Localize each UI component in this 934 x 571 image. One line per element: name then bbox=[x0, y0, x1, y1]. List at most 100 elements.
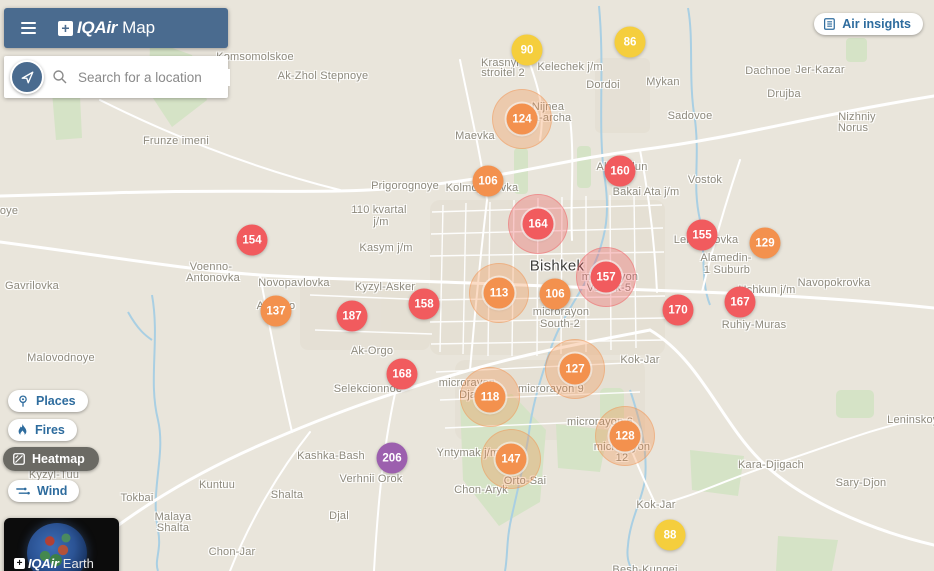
aqi-station-marker[interactable]: 158 bbox=[408, 288, 440, 320]
map-place-label: Sary-Djon bbox=[835, 477, 887, 489]
aqi-station-marker[interactable]: 88 bbox=[654, 519, 686, 551]
map-place-label: Prigorognoye bbox=[371, 180, 439, 192]
aqi-station-marker[interactable]: 129 bbox=[749, 227, 781, 259]
brand-name: IQAir bbox=[77, 18, 118, 37]
app-logo: IQAir Map bbox=[58, 18, 155, 38]
aqi-station-marker[interactable]: 154 bbox=[236, 224, 268, 256]
map-place-label: Navopokrovka bbox=[797, 277, 871, 289]
air-insights-button[interactable]: Air insights bbox=[814, 13, 923, 35]
map-place-label: Kara-Djigach bbox=[738, 459, 804, 471]
aqi-station-marker[interactable]: 164 bbox=[522, 208, 554, 240]
map-place-label: Tokbai bbox=[120, 492, 154, 504]
map-place-label: Dachnoe bbox=[745, 65, 791, 77]
product-name: Map bbox=[122, 18, 156, 37]
locate-me-button[interactable] bbox=[10, 60, 44, 94]
aqi-station-marker[interactable]: 155 bbox=[686, 219, 718, 251]
aqi-station-marker[interactable]: 118 bbox=[474, 381, 506, 413]
aqi-station-marker[interactable]: 86 bbox=[614, 26, 646, 58]
map-place-label: j/m bbox=[373, 216, 389, 228]
map-place-label: Kashka-Bash bbox=[297, 450, 365, 462]
map-place-label: Sadovoe bbox=[667, 110, 713, 122]
map-place-label: Ak-Orgo bbox=[350, 345, 394, 357]
map-place-label: Ak-Zhol Stepnoye bbox=[277, 70, 369, 82]
aqi-station-marker[interactable]: 106 bbox=[539, 278, 571, 310]
map-place-label: Kuntuu bbox=[198, 479, 236, 491]
map-place-label: Leninskoye bbox=[887, 414, 934, 426]
map-place-label: Alamedin- bbox=[700, 252, 752, 264]
map-place-label: Chon-Jar bbox=[208, 546, 256, 558]
app-header: IQAir Map bbox=[4, 8, 228, 48]
map-place-label: Mykan bbox=[646, 76, 680, 88]
map-place-label: oye bbox=[0, 205, 19, 217]
menu-icon[interactable] bbox=[13, 22, 43, 34]
iqair-earth-widget[interactable]: IQAir Earth bbox=[4, 518, 119, 571]
aqi-station-marker[interactable]: 168 bbox=[386, 358, 418, 390]
map-place-label: Antonovka bbox=[186, 272, 240, 284]
navigation-arrow-icon bbox=[21, 71, 33, 83]
place-pin-icon bbox=[19, 395, 27, 407]
map-place-label: Frunze imeni bbox=[143, 135, 209, 147]
map-place-label: 110 kvartal bbox=[351, 204, 407, 216]
aqi-station-marker[interactable]: 170 bbox=[662, 294, 694, 326]
map-place-label: Maevka bbox=[455, 130, 495, 142]
map-place-label: Shalta bbox=[270, 489, 304, 501]
aqi-station-marker[interactable]: 90 bbox=[511, 34, 543, 66]
aqi-station-marker[interactable]: 137 bbox=[260, 295, 292, 327]
map-place-label: Verhnii Orok bbox=[339, 473, 403, 485]
layer-button-heatmap[interactable]: Heatmap bbox=[3, 447, 99, 471]
layer-button-label: Fires bbox=[35, 423, 65, 437]
map-place-label: Novopavlovka bbox=[258, 277, 330, 289]
aqi-station-marker[interactable]: 128 bbox=[609, 420, 641, 452]
aqi-station-marker[interactable]: 106 bbox=[472, 165, 504, 197]
aqi-station-marker[interactable]: 124 bbox=[506, 103, 538, 135]
map-place-label: Kok-Jar bbox=[636, 499, 676, 511]
aqi-station-marker[interactable]: 160 bbox=[604, 155, 636, 187]
map-place-label: Bakai Ata j/m bbox=[612, 186, 680, 198]
map-place-label: Kelechek j/m bbox=[537, 61, 603, 73]
fire-icon bbox=[18, 423, 27, 436]
search-input[interactable] bbox=[76, 68, 230, 86]
iqair-plus-icon bbox=[14, 558, 25, 569]
aqi-station-marker[interactable]: 206 bbox=[376, 442, 408, 474]
map-place-label: stroitel 2 bbox=[481, 67, 525, 79]
map-place-label: Ruhiy-Muras bbox=[721, 319, 787, 331]
map-place-label: Jer-Kazar bbox=[795, 64, 845, 76]
map-place-label: Norus bbox=[837, 122, 869, 134]
aqi-station-marker[interactable]: 187 bbox=[336, 300, 368, 332]
map-place-label: 1 Suburb bbox=[703, 264, 751, 276]
map-place-label: Besh-Kungei bbox=[612, 564, 678, 571]
layer-button-label: Places bbox=[36, 394, 76, 408]
earth-product: Earth bbox=[62, 556, 94, 571]
map-place-label: Shalta bbox=[156, 522, 190, 534]
search-icon bbox=[53, 70, 67, 84]
insights-list-icon bbox=[824, 18, 836, 30]
map-place-label: Djal bbox=[329, 510, 349, 522]
iqair-plus-icon bbox=[58, 20, 73, 36]
map-place-label: South-2 bbox=[540, 318, 580, 330]
aqi-station-marker[interactable]: 113 bbox=[483, 277, 515, 309]
aqi-station-marker[interactable]: 157 bbox=[590, 261, 622, 293]
map-place-label: Vostok bbox=[687, 174, 723, 186]
layer-button-label: Heatmap bbox=[32, 452, 85, 466]
wind-icon bbox=[16, 487, 30, 494]
aqi-station-marker[interactable]: 147 bbox=[495, 443, 527, 475]
search-bar bbox=[4, 56, 230, 98]
map-place-label: Kasym j/m bbox=[359, 242, 413, 254]
air-insights-label: Air insights bbox=[842, 17, 911, 31]
layer-button-places[interactable]: Places bbox=[8, 390, 88, 412]
map-place-label: Dordoi bbox=[586, 79, 620, 91]
earth-brand: IQAir bbox=[28, 556, 59, 571]
heatmap-icon bbox=[13, 453, 25, 465]
aqi-station-marker[interactable]: 167 bbox=[724, 286, 756, 318]
map-place-label: Drujba bbox=[767, 88, 801, 100]
aqi-station-marker[interactable]: 127 bbox=[559, 353, 591, 385]
layer-button-fires[interactable]: Fires bbox=[8, 419, 77, 441]
map-place-label: Kok-Jar bbox=[620, 354, 660, 366]
map-place-label: Kyzyl-Asker bbox=[354, 281, 416, 293]
iqair-map-app: Komsomolskoe Ak-Zhol Stepnoye Krasnyi stroi… bbox=[0, 0, 934, 571]
layer-button-label: Wind bbox=[37, 484, 68, 498]
earth-logo: IQAir Earth bbox=[14, 556, 94, 571]
layer-button-wind[interactable]: Wind bbox=[8, 480, 80, 502]
map-place-label: Gavrilovka bbox=[5, 280, 59, 292]
map-place-label: Malovodnoye bbox=[27, 352, 95, 364]
